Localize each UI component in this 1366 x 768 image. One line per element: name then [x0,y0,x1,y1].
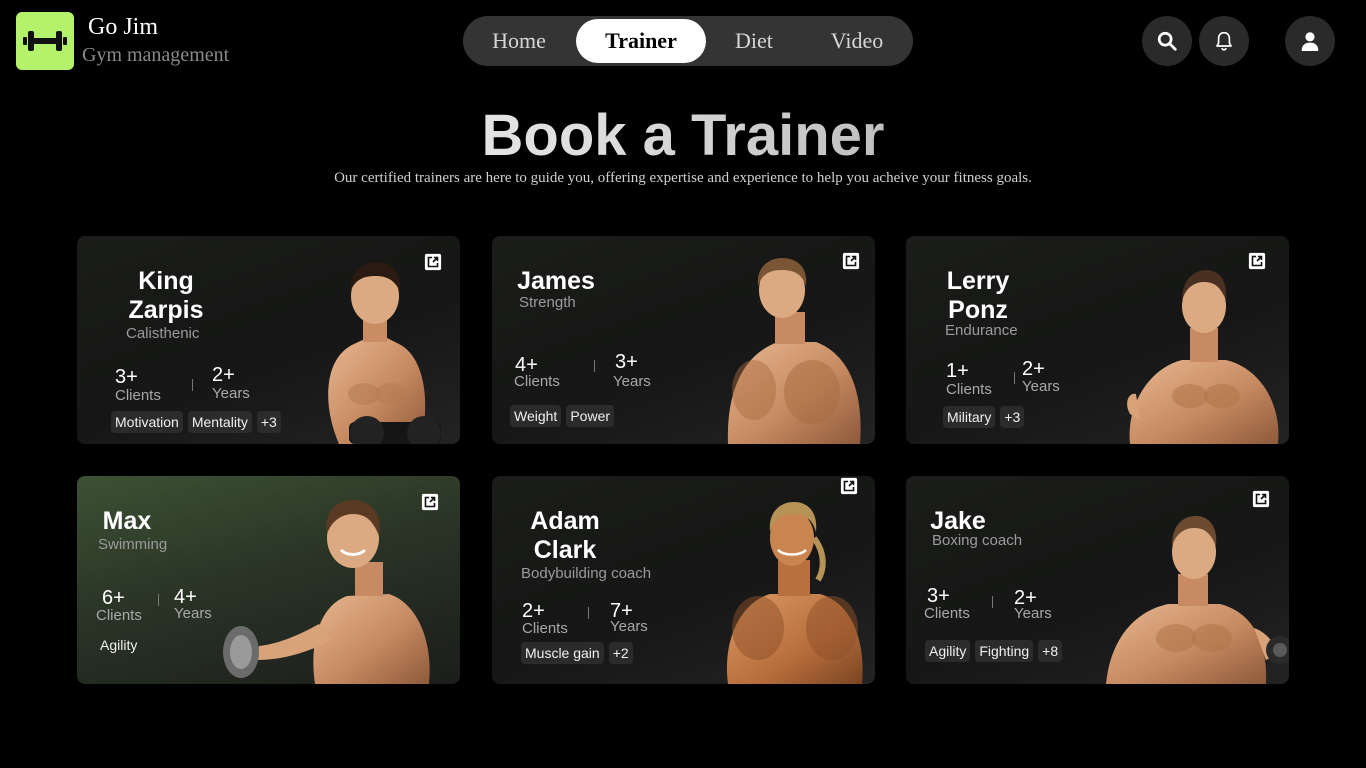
trainer-card[interactable]: Adam Clark Bodybuilding coach 2+ Clients … [492,476,875,684]
trainer-card[interactable]: Lerry Ponz Endurance 1+ Clients 2+ Years … [906,236,1289,444]
years-count: 3+ [615,351,638,373]
trainer-specialty: Strength [519,294,576,311]
profile-button[interactable] [1285,16,1335,66]
trainer-name: Max [102,507,152,535]
trainer-card[interactable]: Jake Boxing coach 3+ Clients 2+ Years Ag… [906,476,1289,684]
clients-count: 1+ [946,360,969,382]
tag[interactable]: Agility [96,634,141,656]
stat-divider [158,594,159,606]
open-trainer-link[interactable] [1246,250,1268,272]
trainer-card[interactable]: King Zarpis Calisthenic 3+ Clients 2+ Yea… [77,236,460,444]
stat-divider [992,596,993,608]
clients-label: Clients [96,607,142,624]
tab-trainer[interactable]: Trainer [576,19,706,63]
trainer-photo [328,262,441,444]
open-trainer-link[interactable] [1250,488,1272,510]
app-subtitle: Gym management [82,44,230,66]
trainer-photo [726,502,863,684]
tag-list: Weight Power [510,405,615,427]
years-count: 2+ [212,364,235,386]
main-nav: Home Trainer Diet Video [463,16,913,66]
tag[interactable]: Motivation [111,411,183,433]
tag[interactable]: Military [943,406,996,428]
clients-label: Clients [946,381,992,398]
user-icon [1301,32,1319,51]
years-label: Years [212,385,250,402]
app-logo[interactable] [16,12,74,70]
clients-label: Clients [514,373,560,390]
external-link-icon [1248,252,1266,270]
stat-divider [1014,372,1015,384]
trainer-photo [223,500,430,684]
trainer-specialty: Calisthenic [126,325,200,342]
trainer-specialty: Boxing coach [932,532,1023,549]
stat-divider [594,360,595,372]
external-link-icon [424,253,442,271]
search-button[interactable] [1142,16,1192,66]
tag-more[interactable]: +8 [1038,640,1063,662]
trainer-specialty: Endurance [945,322,1018,339]
tab-home[interactable]: Home [474,19,564,63]
clients-label: Clients [522,620,568,637]
tag-list: Agility Fighting +8 [925,640,1063,662]
trainer-photo [727,258,861,444]
notifications-button[interactable] [1199,16,1249,66]
bell-icon [1216,31,1232,51]
years-label: Years [1014,605,1052,622]
years-label: Years [1022,378,1060,395]
external-link-icon [421,493,439,511]
external-link-icon [840,477,858,495]
tag-more[interactable]: +2 [608,642,633,664]
tag[interactable]: Weight [510,405,562,427]
trainer-card[interactable]: Max Swimming 6+ Clients 4+ Years Agility [77,476,460,684]
page-title: Book a Trainer [0,102,1366,169]
tag-list: Military +3 [943,406,1025,428]
trainer-name: Lerry Ponz [946,267,1010,324]
tag[interactable]: Fighting [975,640,1034,662]
trainer-photo [1127,270,1279,444]
search-icon [1157,31,1177,51]
trainer-photo [1106,516,1289,684]
tag-list: Agility [96,634,141,656]
years-label: Years [610,618,648,635]
tag[interactable]: Power [566,405,615,427]
clients-label: Clients [115,387,161,404]
stat-divider [588,607,589,619]
trainer-name: King Zarpis [128,267,204,324]
years-label: Years [174,605,212,622]
tab-video[interactable]: Video [815,19,899,63]
open-trainer-link[interactable] [840,250,862,272]
external-link-icon [842,252,860,270]
open-trainer-link[interactable] [838,476,860,497]
tag[interactable]: Mentality [187,411,252,433]
tab-diet[interactable]: Diet [715,19,793,63]
tag-more[interactable]: +3 [1000,406,1025,428]
tag-list: Muscle gain +2 [521,642,633,664]
trainer-name: Adam Clark [530,507,600,564]
years-label: Years [613,373,651,390]
trainer-card[interactable]: James Strength 4+ Clients 3+ Years Weigh… [492,236,875,444]
tag-list: Motivation Mentality +3 [111,411,281,433]
open-trainer-link[interactable] [422,251,444,273]
external-link-icon [1252,490,1270,508]
app-title: Go Jim [88,14,159,40]
trainer-specialty: Bodybuilding coach [521,565,652,582]
tag[interactable]: Agility [925,640,971,662]
stat-divider [192,379,193,391]
page-subtitle: Our certified trainers are here to guide… [334,170,1032,186]
dumbbell-icon [23,31,67,51]
tag[interactable]: Muscle gain [521,642,604,664]
tag-more[interactable]: +3 [256,411,281,433]
open-trainer-link[interactable] [419,491,441,513]
trainer-name: James [517,267,595,295]
clients-count: 3+ [115,366,138,388]
clients-label: Clients [924,605,970,622]
trainer-specialty: Swimming [98,536,168,553]
